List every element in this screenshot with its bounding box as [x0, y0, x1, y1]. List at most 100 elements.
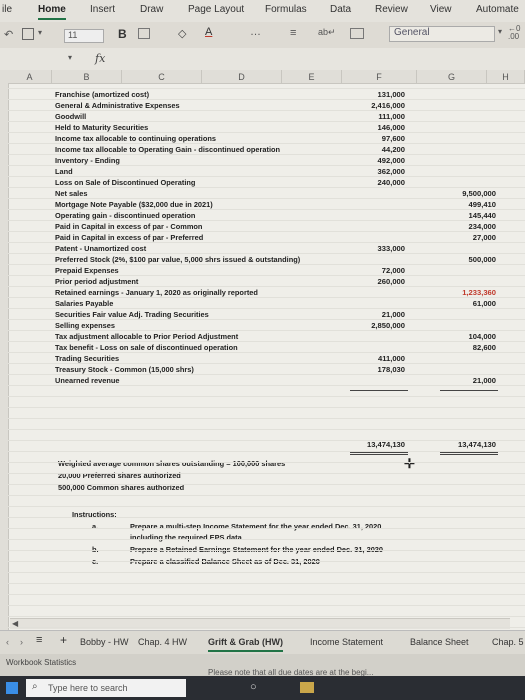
debit-value: 44,200: [381, 145, 405, 154]
file-explorer-icon[interactable]: [300, 682, 314, 693]
credit-value: 27,000: [472, 233, 496, 242]
taskbar-search-box[interactable]: ⌕ Type here to search: [26, 679, 186, 697]
increase-decimal-icon[interactable]: ←0.00: [508, 25, 520, 41]
align-icon[interactable]: ≡: [290, 27, 296, 39]
column-header-d[interactable]: D: [202, 70, 282, 84]
fill-color-icon[interactable]: ◇: [178, 27, 186, 40]
gridline: [8, 418, 525, 419]
gridline: [8, 341, 525, 342]
worksheet-grid[interactable]: A B C D E F G H Franchise (amortized cos…: [0, 70, 525, 630]
gridline: [8, 583, 525, 584]
row-label: Trading Securities: [55, 354, 120, 363]
wrap-text-icon[interactable]: ab↵: [318, 27, 336, 38]
debit-value: 97,600: [381, 134, 405, 143]
borders-icon[interactable]: [138, 28, 150, 39]
paste-icon[interactable]: [22, 28, 34, 40]
credit-value: 499,410: [468, 200, 496, 209]
gridline: [8, 286, 525, 287]
chevron-down-icon[interactable]: ▾: [38, 28, 42, 37]
gridline: [8, 528, 525, 529]
tab-data[interactable]: Data: [330, 4, 351, 15]
chevron-down-icon[interactable]: ▾: [68, 53, 72, 62]
merge-cells-icon[interactable]: [350, 28, 364, 39]
gridline: [8, 187, 525, 188]
sheet-list-icon[interactable]: ≡: [36, 634, 42, 646]
gridline: [8, 429, 525, 430]
debit-value: 411,000: [377, 354, 405, 363]
sheet-tab-chap4-hw[interactable]: Chap. 4 HW: [138, 637, 187, 647]
gridline: [8, 176, 525, 177]
tab-insert[interactable]: Insert: [90, 4, 115, 15]
row-label: Paid in Capital in excess of par - Prefe…: [55, 233, 204, 242]
font-color-button[interactable]: A: [205, 26, 212, 38]
tab-draw[interactable]: Draw: [140, 4, 163, 15]
task-view-icon[interactable]: ○: [250, 681, 257, 693]
credit-value: 9,500,000: [462, 189, 496, 198]
row-label: Income tax allocable to continuing opera…: [55, 134, 216, 143]
more-options-icon[interactable]: …: [250, 26, 261, 38]
tab-page-layout[interactable]: Page Layout: [188, 4, 244, 15]
gridline: [8, 407, 525, 408]
windows-start-icon[interactable]: [6, 682, 18, 694]
debit-total: 13,474,130: [366, 440, 405, 449]
column-header-b[interactable]: B: [52, 70, 122, 84]
column-header-f[interactable]: F: [342, 70, 417, 84]
gridline: [8, 363, 525, 364]
row-label: Goodwill: [55, 112, 87, 121]
double-underline: [350, 452, 408, 455]
sheet-tab-bobby-hw[interactable]: Bobby - HW: [80, 637, 129, 647]
row-label: Salaries Payable: [55, 299, 114, 308]
debit-value: 146,000: [377, 123, 405, 132]
gridline: [8, 605, 525, 606]
tab-formulas[interactable]: Formulas: [265, 4, 307, 15]
gridline: [8, 242, 525, 243]
row-label: Unearned revenue: [55, 376, 120, 385]
column-header-h[interactable]: H: [487, 70, 525, 84]
gridline: [8, 495, 525, 496]
gridline: [8, 385, 525, 386]
tab-review[interactable]: Review: [375, 4, 408, 15]
workbook-statistics-label[interactable]: Workbook Statistics: [6, 658, 76, 667]
sheet-tab-balance-sheet[interactable]: Balance Sheet: [410, 637, 469, 647]
ribbon-tab-bar: ile Home Insert Draw Page Layout Formula…: [0, 0, 525, 23]
add-sheet-icon[interactable]: +: [60, 633, 67, 647]
tab-file[interactable]: ile: [2, 4, 12, 15]
gridline: [8, 451, 525, 452]
debit-value: 111,000: [378, 112, 405, 121]
tab-automate[interactable]: Automate: [476, 4, 519, 15]
sheet-tab-grift-grab[interactable]: Grift & Grab (HW): [208, 637, 283, 652]
tab-home[interactable]: Home: [38, 4, 66, 20]
gridline: [8, 572, 525, 573]
next-sheet-icon[interactable]: ›: [20, 637, 23, 647]
gridline: [8, 462, 525, 463]
number-format-select[interactable]: General: [389, 26, 495, 42]
windows-taskbar: ⌕ Type here to search ○: [0, 676, 525, 700]
undo-icon[interactable]: ↶: [4, 28, 13, 41]
sheet-tab-income-statement[interactable]: Income Statement: [310, 637, 383, 647]
gridline: [8, 165, 525, 166]
row-label: Mortgage Note Payable ($32,000 due in 20…: [55, 200, 213, 209]
bold-button[interactable]: B: [118, 27, 127, 41]
function-icon[interactable]: fx: [95, 52, 105, 65]
gridline: [8, 99, 525, 100]
sheet-tab-chap5[interactable]: Chap. 5: [492, 637, 524, 647]
prev-sheet-icon[interactable]: ‹: [6, 637, 9, 647]
credit-value: 21,000: [472, 376, 496, 385]
column-header-e[interactable]: E: [282, 70, 342, 84]
row-label: Operating gain - discontinued operation: [55, 211, 196, 220]
tab-view[interactable]: View: [430, 4, 452, 15]
credit-value: 1,233,360: [462, 288, 496, 297]
column-header-c[interactable]: C: [122, 70, 202, 84]
row-label: Loss on Sale of Discontinued Operating: [55, 178, 196, 187]
gridline: [8, 154, 525, 155]
chevron-down-icon[interactable]: ▾: [498, 27, 502, 36]
row-label: Preferred Stock (2%, $100 par value, 5,0…: [55, 255, 301, 264]
row-label: Franchise (amortized cost): [55, 90, 150, 99]
status-bar: Workbook Statistics Please note that all…: [0, 654, 525, 677]
column-header-a[interactable]: A: [8, 70, 52, 84]
font-size-select[interactable]: 11: [64, 29, 104, 43]
gridline: [8, 594, 525, 595]
gridline: [8, 297, 525, 298]
column-header-g[interactable]: G: [417, 70, 487, 84]
debit-value: 333,000: [377, 244, 405, 253]
